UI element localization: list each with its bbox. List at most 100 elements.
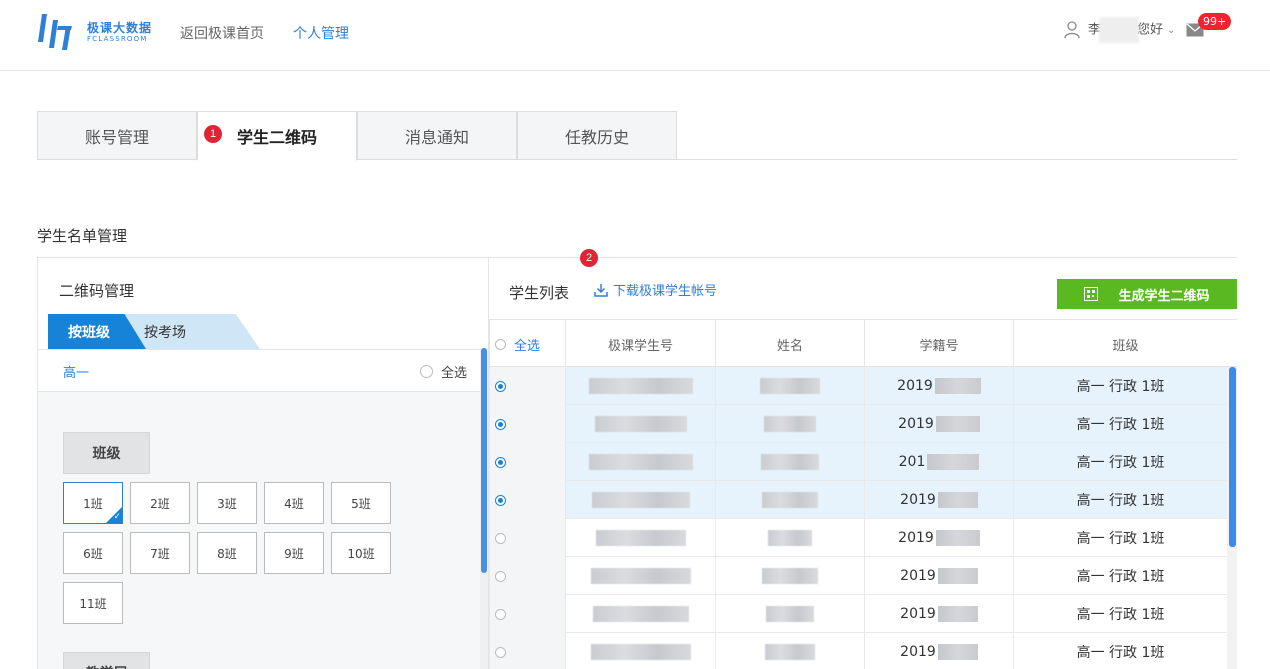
left-scrollbar[interactable] xyxy=(480,348,488,669)
cell-name xyxy=(715,595,864,633)
class-button-3[interactable]: 3班 xyxy=(197,482,257,524)
right-scrollbar-thumb[interactable] xyxy=(1229,367,1236,547)
user-greeting: 李您好 xyxy=(1088,17,1163,43)
left-scrollbar-thumb[interactable] xyxy=(481,348,487,573)
cell-fcl-student-id xyxy=(565,443,715,481)
class-button-11[interactable]: 11班 xyxy=(63,582,123,624)
class-selector: 班级 1班 ✓ 2班 3班 4班 5班 6班 7班 8班 9班 10班 11班 教… xyxy=(38,392,480,669)
table-row[interactable]: 2019 高一 行政 1班 xyxy=(489,519,1237,557)
panel-title: 二维码管理 xyxy=(59,282,135,300)
table-row[interactable]: 2019 高一 行政 1班 xyxy=(489,557,1237,595)
row-select-cell[interactable] xyxy=(489,633,565,669)
row-select-cell[interactable] xyxy=(489,519,565,557)
redacted-block xyxy=(764,416,816,432)
class-button-8[interactable]: 8班 xyxy=(197,532,257,574)
row-radio-icon[interactable] xyxy=(495,646,506,658)
table-row[interactable]: 2019 高一 行政 1班 xyxy=(489,633,1237,669)
table-row[interactable]: 201 高一 行政 1班 xyxy=(489,443,1237,481)
table-row[interactable]: 2019 高一 行政 1班 xyxy=(489,405,1237,443)
col-name: 姓名 xyxy=(715,320,864,368)
class-button-2[interactable]: 2班 xyxy=(130,482,190,524)
redacted-block xyxy=(768,530,812,546)
redacted-block xyxy=(588,454,693,470)
row-radio-icon[interactable] xyxy=(495,418,506,430)
row-select-cell[interactable] xyxy=(489,595,565,633)
cell-name xyxy=(715,405,864,443)
redacted-block xyxy=(937,568,978,584)
redacted-block xyxy=(595,530,686,546)
logo-text: 极课大数据 xyxy=(87,21,153,35)
cell-fcl-student-id xyxy=(565,367,715,405)
cell-class: 高一 行政 1班 xyxy=(1013,443,1227,481)
row-radio-icon[interactable] xyxy=(495,380,506,392)
cell-fcl-student-id xyxy=(565,481,715,519)
row-select-cell[interactable] xyxy=(489,481,565,519)
user-name-redacted xyxy=(1099,17,1140,43)
class-button-9[interactable]: 9班 xyxy=(264,532,324,574)
redacted-block xyxy=(937,644,978,660)
row-radio-icon[interactable] xyxy=(495,532,506,544)
logo[interactable]: 极课大数据 FCLASSROOM xyxy=(36,12,156,52)
grade-row: 高一 全选 xyxy=(38,349,480,392)
redacted-block xyxy=(766,606,814,622)
row-select-cell[interactable] xyxy=(489,557,565,595)
nav-home-link[interactable]: 返回极课首页 xyxy=(180,23,264,43)
row-radio-icon[interactable] xyxy=(495,608,506,620)
row-select-cell[interactable] xyxy=(489,367,565,405)
cell-fcl-student-id xyxy=(565,557,715,595)
download-accounts-link[interactable]: 下载极课学生帐号 xyxy=(594,280,717,299)
row-select-cell[interactable] xyxy=(489,405,565,443)
row-radio-icon[interactable] xyxy=(495,494,506,506)
right-scrollbar[interactable] xyxy=(1227,367,1237,669)
table-header: 全选 极课学生号 姓名 学籍号 班级 xyxy=(489,319,1237,368)
tab-notifications[interactable]: 消息通知 xyxy=(357,111,517,160)
select-all-students[interactable]: 全选 xyxy=(489,320,565,368)
section-title: 学生名单管理 xyxy=(37,227,128,245)
group-class-button[interactable]: 班级 xyxy=(63,432,150,474)
row-radio-icon[interactable] xyxy=(495,456,506,468)
grade-tab[interactable]: 高一 xyxy=(63,362,89,381)
tab-teaching-history[interactable]: 任教历史 xyxy=(517,111,677,160)
table-row[interactable]: 2019 高一 行政 1班 xyxy=(489,367,1237,405)
user-menu[interactable]: 李您好 ⌄ xyxy=(1064,17,1176,43)
logo-subtext: FCLASSROOM xyxy=(87,35,148,43)
nav-personal-link[interactable]: 个人管理 xyxy=(293,23,349,43)
chevron-down-icon: ⌄ xyxy=(1167,24,1176,36)
redacted-block xyxy=(935,530,980,546)
col-student-reg-no: 学籍号 xyxy=(864,320,1013,368)
reg-no-prefix: 2019 xyxy=(900,492,936,508)
class-button-1[interactable]: 1班 ✓ xyxy=(63,482,123,524)
check-icon: ✓ xyxy=(113,512,121,522)
cell-fcl-student-id xyxy=(565,405,715,443)
redacted-block xyxy=(762,568,818,584)
select-all-classes[interactable]: 全选 xyxy=(420,362,467,381)
student-list-panel: 学生列表 下载极课学生帐号 2 生成学生二维码 全选 极课学生号 姓名 学籍号 … xyxy=(489,249,1237,669)
table-row[interactable]: 2019 高一 行政 1班 xyxy=(489,595,1237,633)
cell-student-reg-no: 2019 xyxy=(864,367,1013,405)
redacted-block xyxy=(935,416,980,432)
reg-no-prefix: 2019 xyxy=(900,606,936,622)
student-list-title: 学生列表 xyxy=(509,284,570,302)
logo-mark-icon xyxy=(38,14,72,50)
tab-account[interactable]: 账号管理 xyxy=(37,111,197,160)
class-button-7[interactable]: 7班 xyxy=(130,532,190,574)
cell-fcl-student-id xyxy=(565,519,715,557)
class-button-4[interactable]: 4班 xyxy=(264,482,324,524)
cell-student-reg-no: 2019 xyxy=(864,633,1013,669)
row-select-cell[interactable] xyxy=(489,443,565,481)
download-icon xyxy=(594,283,608,297)
radio-icon[interactable] xyxy=(495,338,506,350)
class-button-6[interactable]: 6班 xyxy=(63,532,123,574)
col-fcl-student-id: 极课学生号 xyxy=(565,320,715,368)
table-row[interactable]: 2019 高一 行政 1班 xyxy=(489,481,1237,519)
generate-qrcode-button[interactable]: 生成学生二维码 xyxy=(1057,279,1237,309)
generate-qrcode-label: 生成学生二维码 xyxy=(1118,288,1210,304)
class-button-5[interactable]: 5班 xyxy=(331,482,391,524)
group-teaching-layer-button[interactable]: 教学层 xyxy=(63,652,150,669)
cell-name xyxy=(715,443,864,481)
cell-student-reg-no: 2019 xyxy=(864,519,1013,557)
row-radio-icon[interactable] xyxy=(495,570,506,582)
radio-icon[interactable] xyxy=(420,365,433,378)
class-button-10[interactable]: 10班 xyxy=(331,532,391,574)
redacted-block xyxy=(934,378,981,394)
